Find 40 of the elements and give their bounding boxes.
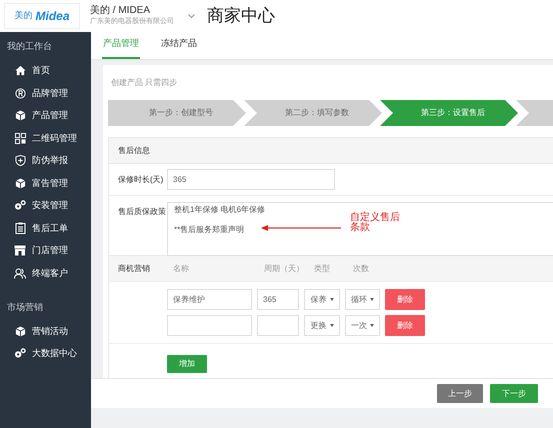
sidebar-item[interactable]: 首页	[0, 60, 91, 82]
sidebar-item[interactable]: 产品管理	[0, 104, 91, 127]
page-title: 商家中心	[207, 5, 275, 28]
type-select[interactable]: 保养	[304, 289, 340, 310]
sidebar-section-title: 市场营销	[6, 300, 44, 314]
sidebar-section-title: 我的工作台	[6, 40, 53, 53]
column-header: 类型	[314, 262, 331, 274]
sidebar-item[interactable]: 品牌管理	[0, 82, 91, 104]
type-select[interactable]: 更换	[304, 315, 340, 336]
sidebar-item[interactable]: 大数据中心	[0, 342, 91, 365]
field-label: 售后质保政策	[117, 206, 167, 218]
step-arrow: 第一步：创建型号	[108, 100, 246, 126]
tab[interactable]: 冻结产品	[160, 36, 198, 59]
column-header: 次数	[353, 262, 370, 274]
section-label: 商机营销	[117, 262, 151, 274]
field-label: 保修时长(天)	[117, 174, 164, 186]
sidebar-item[interactable]: 售后工单	[0, 217, 91, 240]
column-header: 名称	[173, 262, 190, 274]
name-input[interactable]: 保养维护	[167, 289, 252, 310]
step-arrow: 第二步：填写参数	[244, 100, 382, 126]
previous-button[interactable]: 上一步	[437, 384, 483, 403]
warranty-input[interactable]: 365	[167, 169, 335, 190]
count-select[interactable]: 循环	[345, 289, 380, 310]
annotation-text: 条款	[350, 223, 371, 233]
column-header: 周期（天）	[264, 262, 305, 274]
sidebar-item[interactable]: 营销活动	[0, 320, 91, 342]
brand-name: 美的 / MIDEA	[90, 5, 152, 17]
sidebar-item[interactable]: 门店管理	[0, 240, 91, 262]
period-input[interactable]: 365	[257, 289, 299, 310]
sidebar-item[interactable]: 终端客户	[0, 262, 91, 284]
sidebar-item[interactable]: 防伪举报	[0, 150, 91, 172]
sidebar-item[interactable]: 富告管理	[0, 172, 91, 194]
step-arrow: 第三步：设置售后	[380, 100, 518, 126]
annotation-text: 自定义售后	[350, 213, 400, 223]
count-select[interactable]: 一次	[345, 315, 380, 336]
intro-text: 创建产品 只需四步	[111, 77, 178, 89]
sidebar-item[interactable]: 安装管理	[0, 194, 91, 217]
section-header: 售后信息	[109, 138, 553, 164]
logo: 美的 Midea	[4, 3, 80, 29]
sidebar-item[interactable]: 二维码管理	[0, 127, 91, 150]
